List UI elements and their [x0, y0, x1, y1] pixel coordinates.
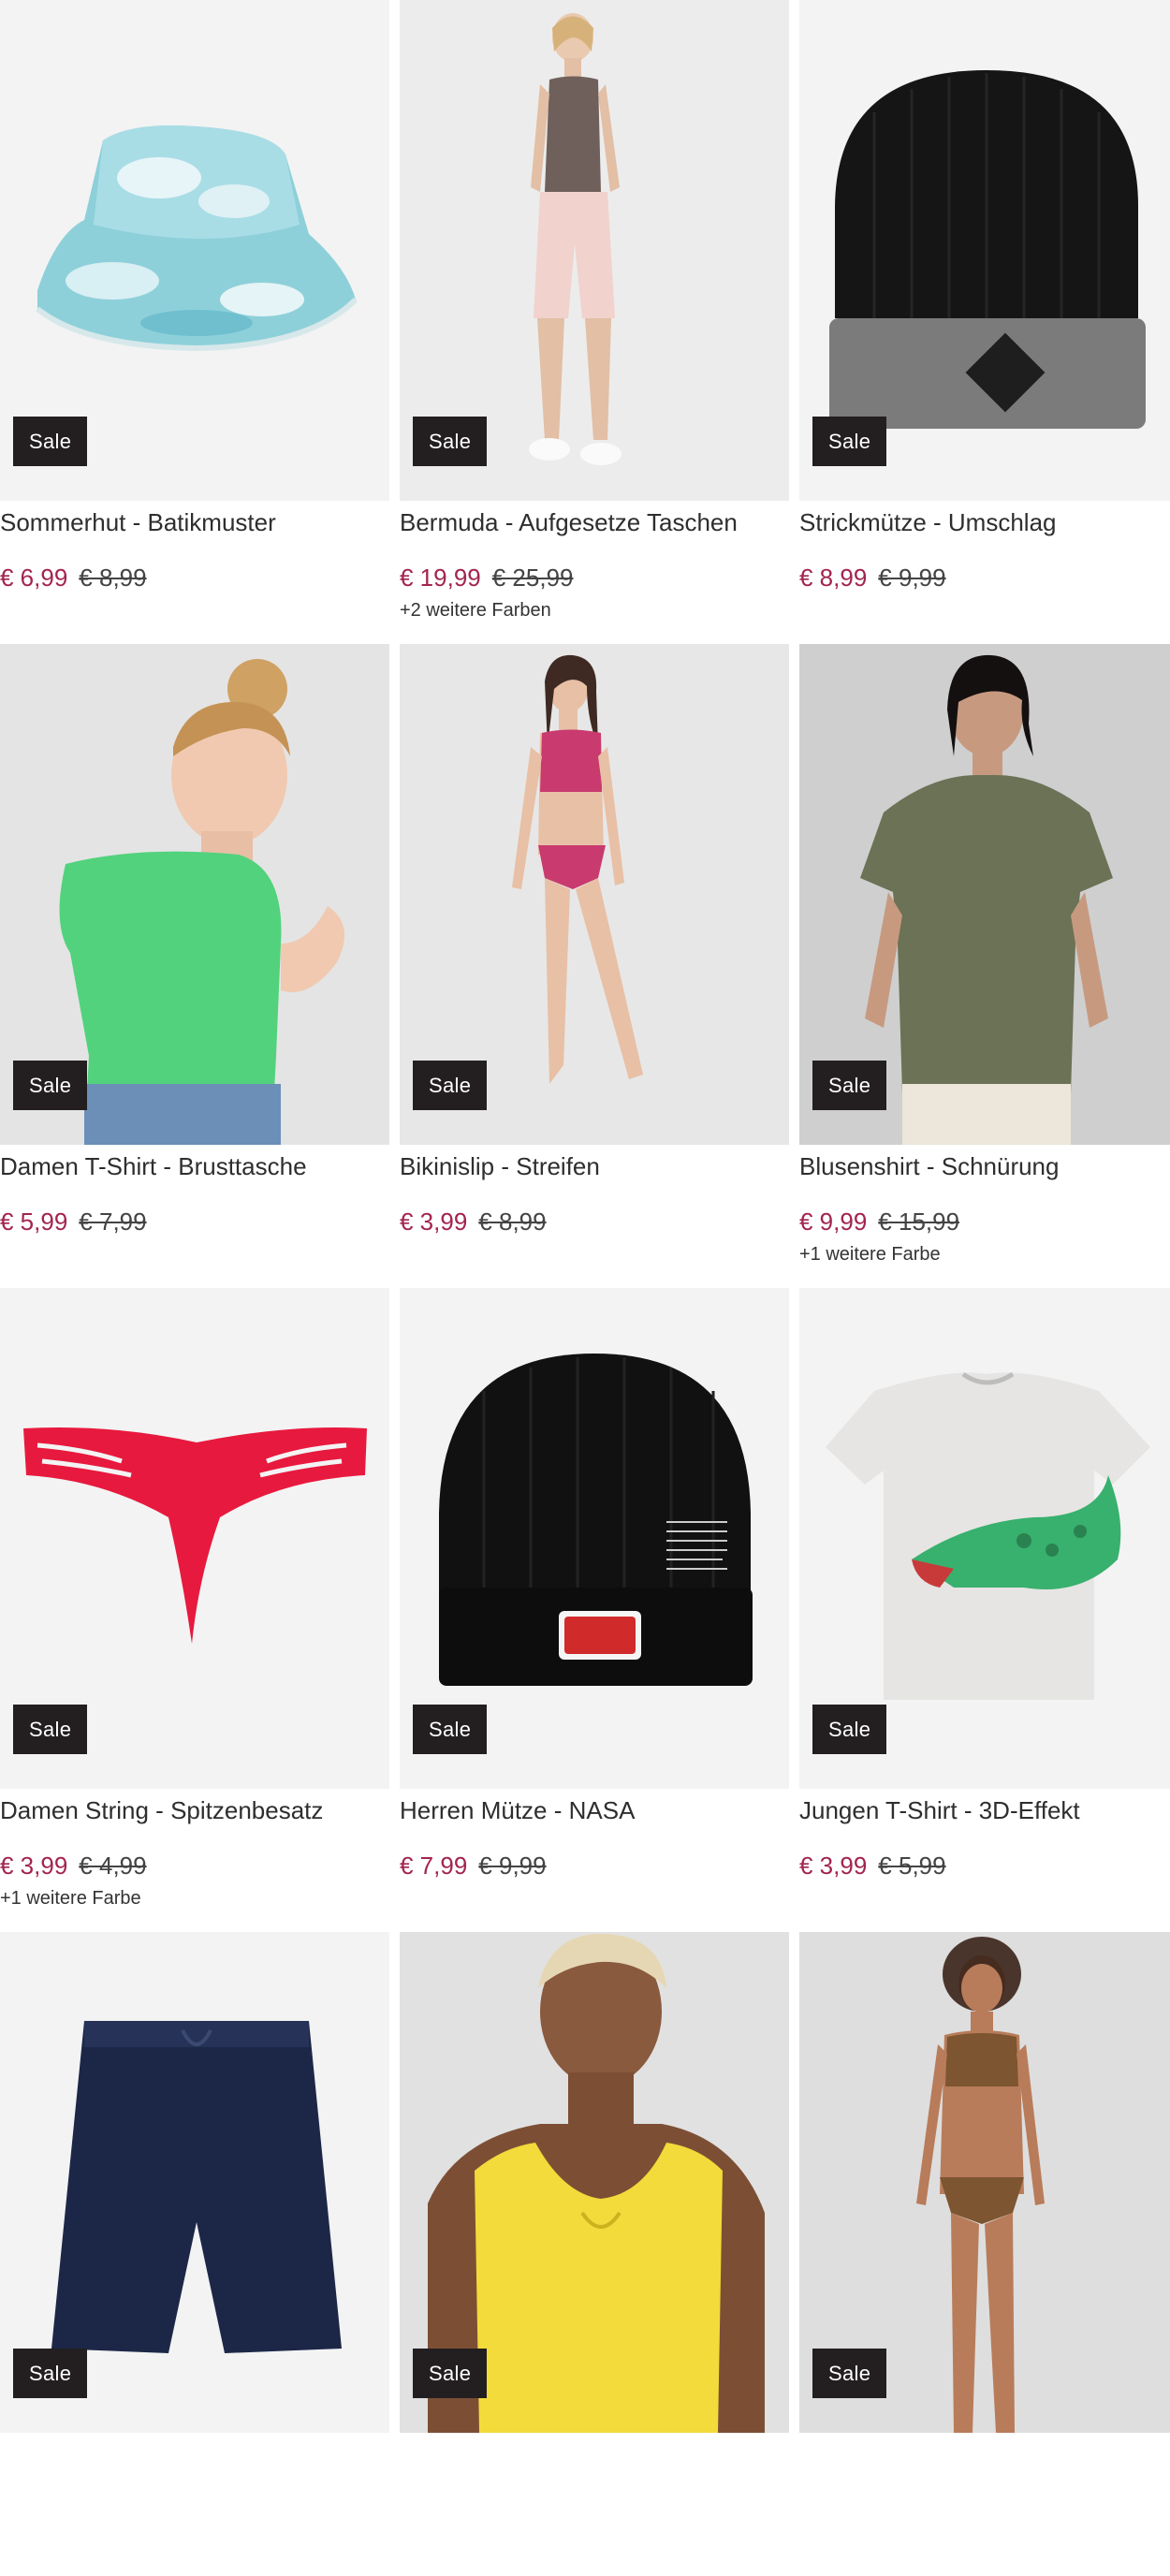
sale-price: € 8,99 — [799, 563, 868, 592]
product-card[interactable]: Sale Sommerhut - Batikmuster € 6,99 € 8,9… — [0, 0, 389, 644]
sale-badge: Sale — [13, 2349, 88, 2398]
product-name[interactable]: Jungen T-Shirt - 3D-Effekt — [799, 1795, 1170, 1827]
sale-badge: Sale — [413, 2349, 488, 2398]
original-price: € 25,99 — [491, 563, 574, 592]
original-price: € 8,99 — [79, 563, 147, 592]
product-image[interactable]: Sale — [0, 0, 389, 501]
product-card[interactable]: Sale Bermuda - Aufgesetze Taschen € 19,9… — [400, 0, 789, 644]
original-price: € 15,99 — [878, 1207, 960, 1236]
sale-price: € 19,99 — [400, 563, 481, 592]
price-row: € 5,99 € 7,99 — [0, 1209, 389, 1234]
product-name[interactable]: Bermuda - Aufgesetze Taschen — [400, 507, 789, 539]
product-name[interactable]: Strickmütze - Umschlag — [799, 507, 1170, 539]
product-card[interactable]: Sale Blusenshirt - Schnürung € 9,99 € 15,… — [799, 644, 1170, 1288]
original-price: € 9,99 — [478, 1851, 547, 1880]
sale-badge: Sale — [812, 2349, 887, 2398]
price-row: € 7,99 € 9,99 — [400, 1853, 789, 1878]
price-row — [400, 2466, 789, 2490]
sale-badge: Sale — [13, 1705, 88, 1754]
sale-price: € 3,99 — [400, 1207, 468, 1236]
price-row — [799, 2466, 1170, 2490]
sale-price: € 9,99 — [799, 1207, 868, 1236]
product-name[interactable]: Damen T-Shirt - Brusttasche — [0, 1151, 389, 1183]
price-row — [0, 2466, 389, 2490]
price-row: € 3,99 € 5,99 — [799, 1853, 1170, 1878]
more-colors[interactable]: +1 weitere Farbe — [0, 1888, 389, 1910]
product-name[interactable]: Blusenshirt - Schnürung — [799, 1151, 1170, 1183]
product-image[interactable]: Sale — [799, 0, 1170, 501]
original-price: € 7,99 — [79, 1207, 147, 1236]
sale-badge: Sale — [13, 1061, 88, 1110]
product-image[interactable]: Sale — [400, 1932, 789, 2433]
product-image[interactable]: Sale — [799, 644, 1170, 1145]
price-row: € 6,99 € 8,99 — [0, 565, 389, 590]
product-name[interactable]: Sommerhut - Batikmuster — [0, 507, 389, 539]
sale-badge: Sale — [812, 417, 887, 466]
sale-price: € 5,99 — [0, 1207, 68, 1236]
price-row: € 9,99 € 15,99 — [799, 1209, 1170, 1234]
price-row: € 19,99 € 25,99 — [400, 565, 789, 590]
sale-badge: Sale — [812, 1705, 887, 1754]
product-image[interactable]: Sale — [400, 0, 789, 501]
product-name[interactable]: Damen String - Spitzenbesatz — [0, 1795, 389, 1827]
sale-badge: Sale — [812, 1061, 887, 1110]
product-grid: Sale Sommerhut - Batikmuster € 6,99 € 8,9… — [0, 0, 1170, 2576]
original-price: € 8,99 — [478, 1207, 547, 1236]
price-row: € 8,99 € 9,99 — [799, 565, 1170, 590]
product-card[interactable]: Sale — [799, 1932, 1170, 2576]
sale-badge: Sale — [413, 417, 488, 466]
original-price: € 5,99 — [878, 1851, 946, 1880]
more-colors[interactable]: +2 weitere Farben — [400, 600, 789, 622]
sale-badge: Sale — [413, 1061, 488, 1110]
price-row: € 3,99 € 4,99 — [0, 1853, 389, 1878]
product-image[interactable]: Sale — [400, 644, 789, 1145]
product-card[interactable]: Sale Bikinislip - Streifen € 3,99 € 8,99 — [400, 644, 789, 1288]
more-colors[interactable]: +1 weitere Farbe — [799, 1244, 1170, 1266]
sale-price: € 3,99 — [799, 1851, 868, 1880]
product-image[interactable]: Sale — [400, 1288, 789, 1789]
sale-price: € 7,99 — [400, 1851, 468, 1880]
sale-badge: Sale — [13, 417, 88, 466]
product-card[interactable]: Sale — [0, 1932, 389, 2576]
product-card[interactable]: Sale Damen String - Spitzenbesatz € 3,99… — [0, 1288, 389, 1932]
price-row: € 3,99 € 8,99 — [400, 1209, 789, 1234]
product-card[interactable]: Sale — [400, 1932, 789, 2576]
product-image[interactable]: Sale — [0, 1932, 389, 2433]
product-card[interactable]: Sale Herren Mütze - NASA € 7,99 € 9,99 — [400, 1288, 789, 1932]
product-image[interactable]: Sale — [799, 1932, 1170, 2433]
product-card[interactable]: Sale Jungen T-Shirt - 3D-Effekt € 3,99 € … — [799, 1288, 1170, 1932]
product-name[interactable]: Bikinislip - Streifen — [400, 1151, 789, 1183]
product-name[interactable]: Herren Mütze - NASA — [400, 1795, 789, 1827]
sale-price: € 3,99 — [0, 1851, 68, 1880]
product-card[interactable]: Sale Damen T-Shirt - Brusttasche € 5,99 €… — [0, 644, 389, 1288]
product-image[interactable]: Sale — [799, 1288, 1170, 1789]
original-price: € 9,99 — [878, 563, 946, 592]
product-image[interactable]: Sale — [0, 1288, 389, 1789]
product-image[interactable]: Sale — [0, 644, 389, 1145]
product-card[interactable]: Sale Strickmütze - Umschlag € 8,99 € 9,99 — [799, 0, 1170, 644]
sale-badge: Sale — [413, 1705, 488, 1754]
sale-price: € 6,99 — [0, 563, 68, 592]
original-price: € 4,99 — [79, 1851, 147, 1880]
